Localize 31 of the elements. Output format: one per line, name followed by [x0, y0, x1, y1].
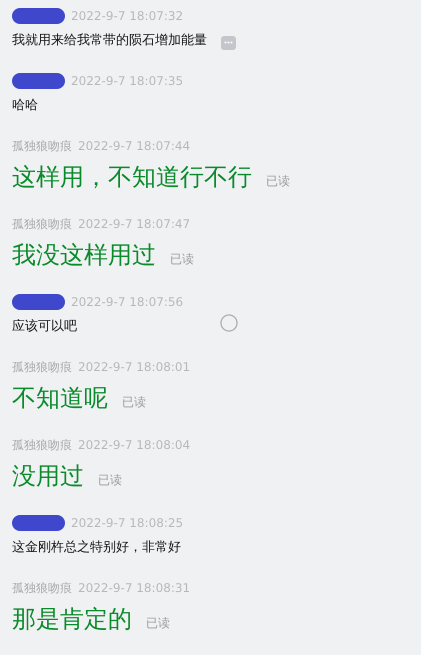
- circle-icon: [220, 314, 238, 332]
- message-text: 没用过: [12, 462, 84, 491]
- timestamp: 2022-9-7 18:08:25: [71, 515, 184, 532]
- message-text: 我没这样用过: [12, 241, 156, 270]
- timestamp: 2022-9-7 18:07:44: [78, 138, 190, 155]
- sender-name: 孤独狼吻痕: [12, 437, 72, 454]
- message-text: 这金刚杵总之特别好，非常好: [12, 539, 181, 557]
- timestamp: 2022-9-7 18:07:32: [71, 8, 184, 25]
- timestamp: 2022-9-7 18:08:31: [78, 580, 190, 597]
- message-text: 不知道呢: [12, 384, 108, 413]
- timestamp: 2022-9-7 18:07:47: [78, 216, 190, 233]
- more-button[interactable]: [221, 36, 236, 50]
- read-status: 已读: [98, 472, 122, 489]
- sender-name: 孤独狼吻痕: [12, 138, 72, 155]
- read-status: 已读: [122, 394, 146, 411]
- timestamp: 2022-9-7 18:07:56: [71, 294, 184, 311]
- read-status: 已读: [170, 250, 194, 268]
- message-text: 应该可以吧: [12, 318, 77, 336]
- sender-name: 孤独狼吻痕: [12, 580, 72, 597]
- more-icon: [224, 41, 233, 44]
- timestamp: 2022-9-7 18:08:04: [78, 437, 190, 454]
- message-text: 哈哈: [12, 97, 38, 115]
- sender-name: 孤独狼吻痕: [12, 359, 72, 376]
- message-text: 我就用来给我常带的陨石增加能量: [12, 32, 207, 50]
- message-text: 这样用，不知道行不行: [12, 163, 252, 192]
- timestamp: 2022-9-7 18:07:35: [71, 73, 184, 90]
- timestamp: 2022-9-7 18:08:01: [78, 359, 190, 376]
- message-text: 那是肯定的: [12, 605, 132, 634]
- read-status: 已读: [146, 614, 170, 632]
- sender-name: 孤独狼吻痕: [12, 216, 72, 233]
- read-status: 已读: [266, 172, 290, 190]
